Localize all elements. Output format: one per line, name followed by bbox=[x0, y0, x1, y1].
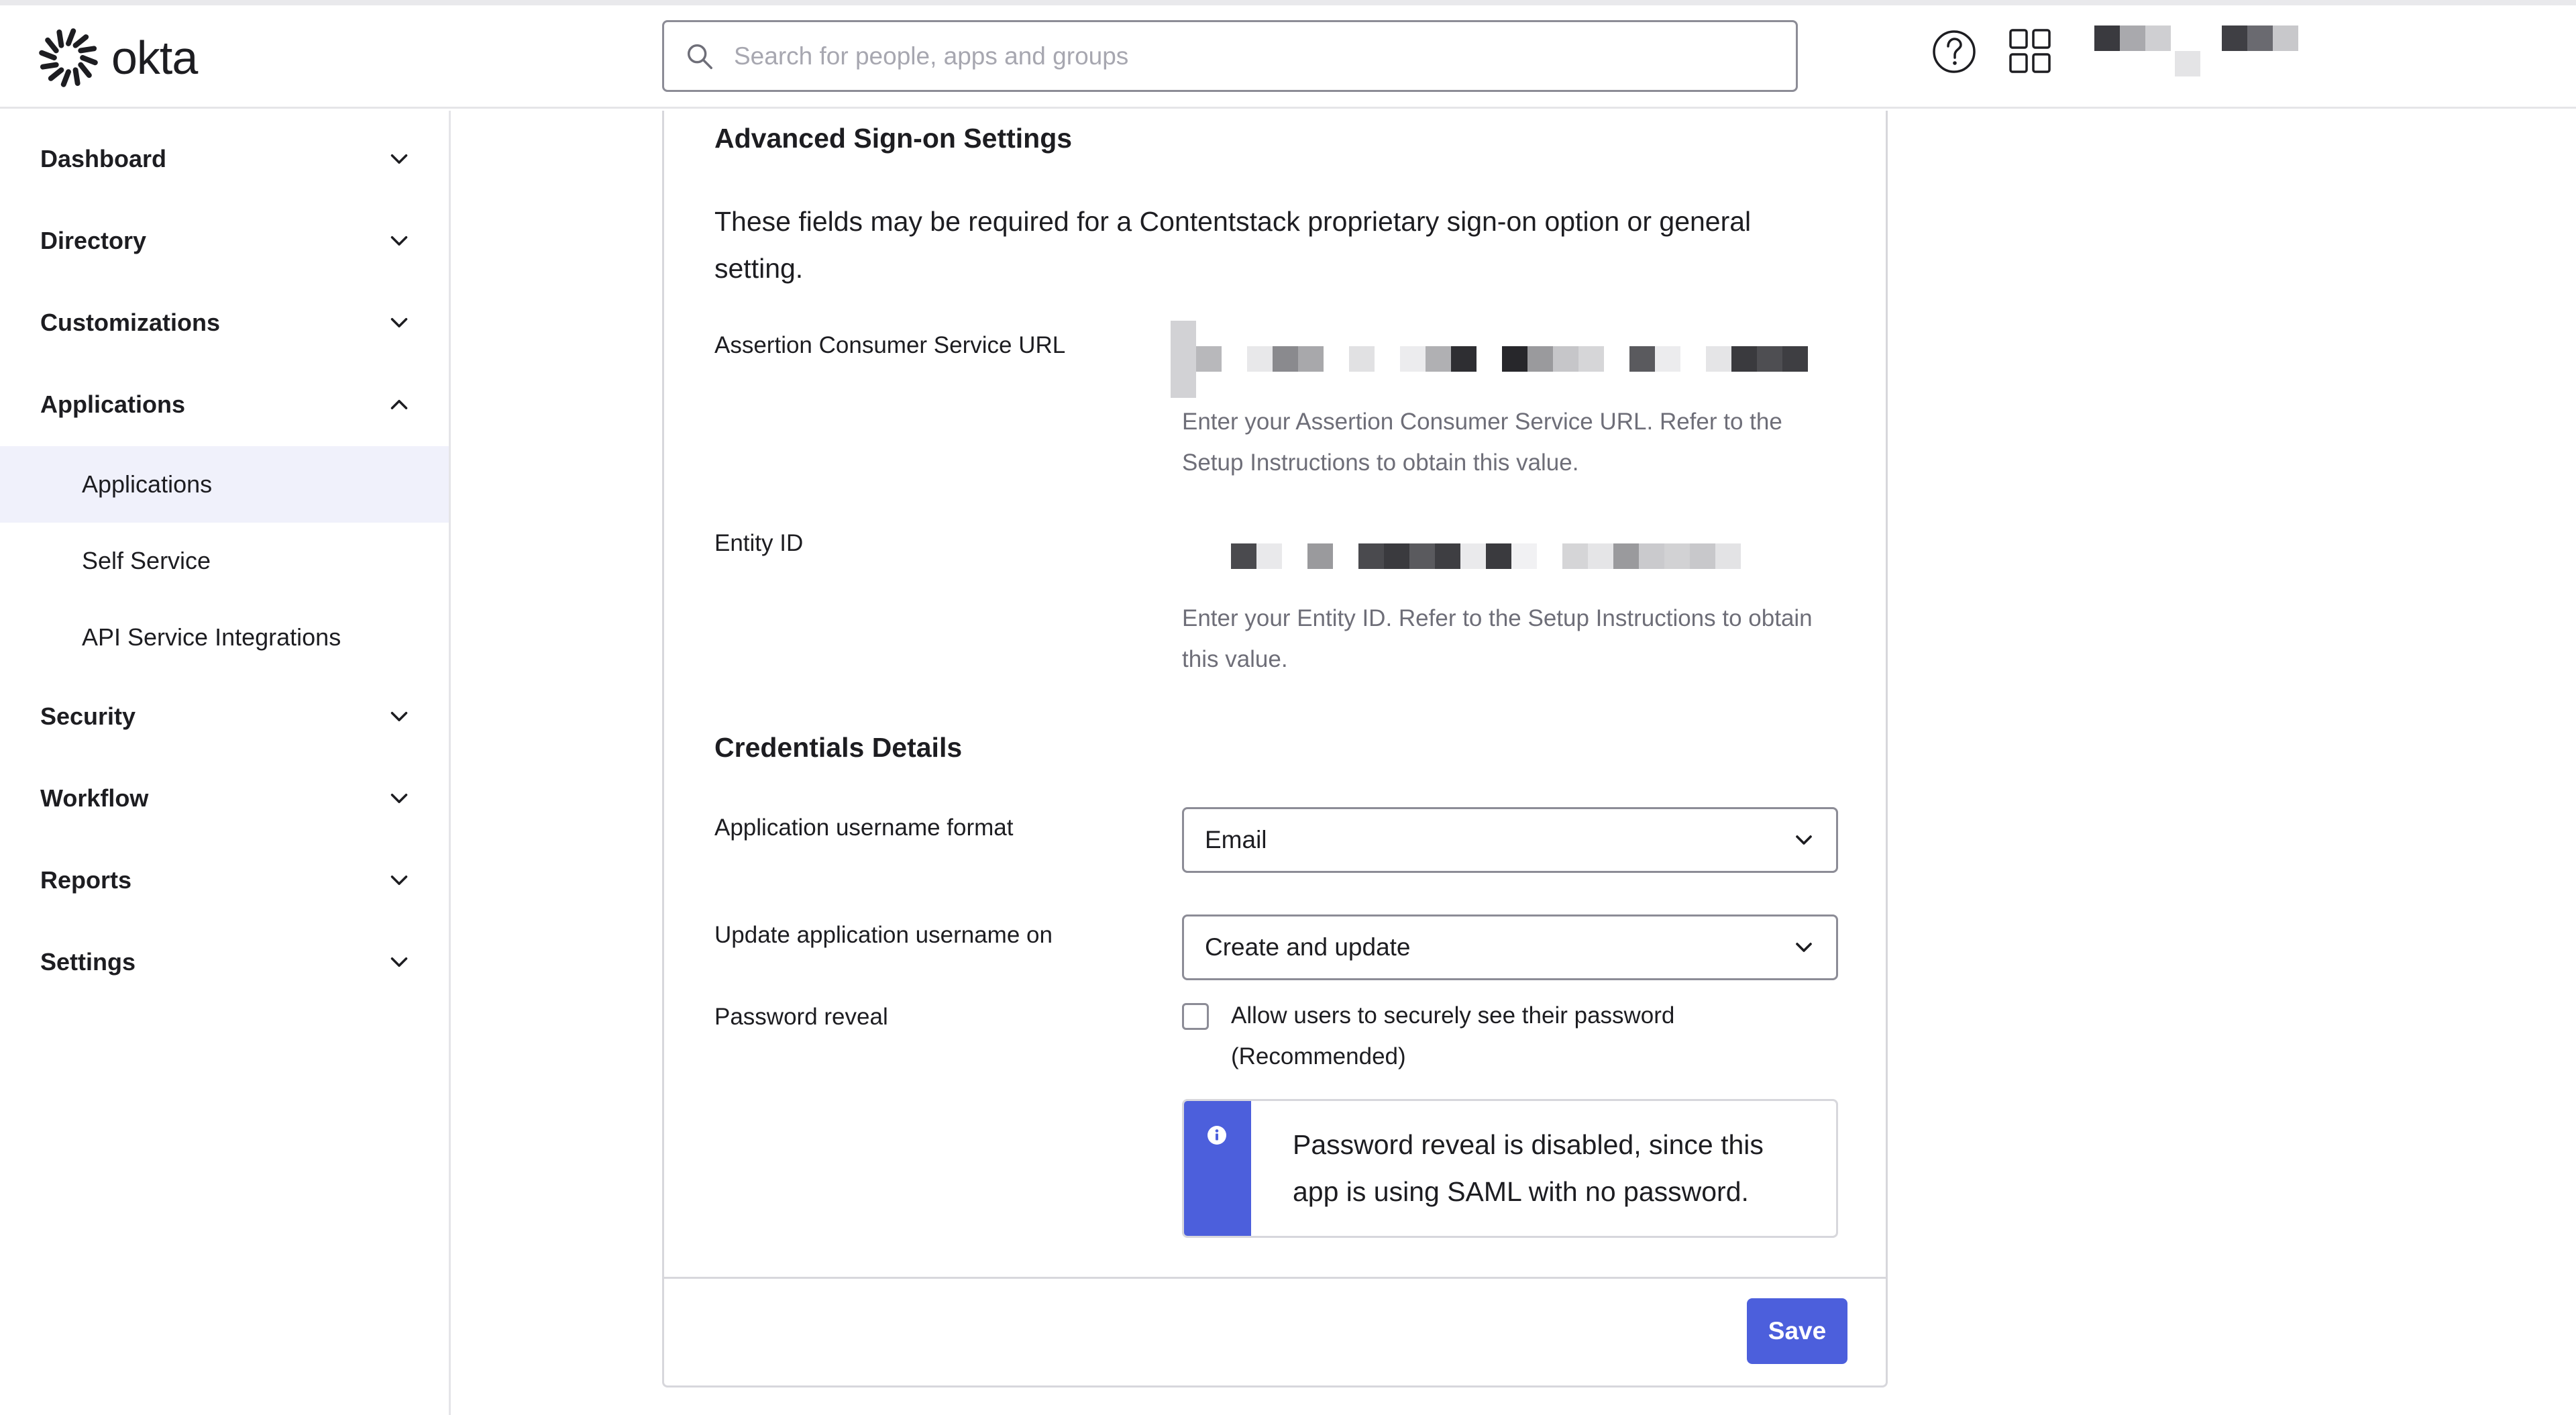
sunburst-ray bbox=[66, 28, 76, 46]
sunburst-ray bbox=[56, 29, 64, 48]
help-icon[interactable] bbox=[1932, 30, 1976, 74]
chevron-down-icon bbox=[390, 712, 408, 721]
okta-logo[interactable]: okta bbox=[39, 25, 198, 90]
chevron-down-icon bbox=[390, 318, 408, 327]
subnav-self-service[interactable]: Self Service bbox=[0, 523, 449, 599]
sunburst-ray bbox=[48, 67, 64, 81]
chevron-down-icon bbox=[390, 154, 408, 164]
subnav-label: Applications bbox=[82, 470, 213, 498]
update-username-on-select[interactable]: Create and update bbox=[1182, 914, 1838, 980]
user-menu-redacted[interactable] bbox=[2094, 20, 2302, 81]
info-callout-text: Password reveal is disabled, since this … bbox=[1293, 1129, 1764, 1207]
chevron-down-icon bbox=[390, 236, 408, 246]
sunburst-ray bbox=[72, 67, 80, 87]
chevron-up-icon bbox=[390, 400, 408, 409]
okta-admin-app: okta Search for people, apps and groups … bbox=[0, 0, 2576, 1415]
nav-label: Directory bbox=[40, 227, 147, 254]
sunburst-ray bbox=[60, 69, 71, 87]
search-icon bbox=[687, 44, 712, 69]
app-grid-icon[interactable] bbox=[2008, 28, 2051, 74]
password-reveal-checkbox-label[interactable]: Allow users to securely see their passwo… bbox=[1231, 995, 1821, 1077]
username-format-label: Application username format bbox=[714, 815, 1014, 841]
nav-label: Customizations bbox=[40, 309, 221, 336]
subnav-api-service-integrations[interactable]: API Service Integrations bbox=[0, 599, 449, 676]
sunburst-ray bbox=[40, 62, 59, 70]
sunburst-ray bbox=[78, 62, 92, 78]
nav-workflow[interactable]: Workflow bbox=[0, 765, 449, 832]
advanced-description: These fields may be required for a Conte… bbox=[714, 206, 1752, 284]
acs-url-label: Assertion Consumer Service URL bbox=[714, 332, 1066, 358]
logo-text: okta bbox=[111, 32, 198, 84]
sunburst-ray bbox=[72, 34, 89, 48]
advanced-sign-on-heading: Advanced Sign-on Settings bbox=[714, 123, 1073, 154]
entity-id-hint: Enter your Entity ID. Refer to the Setup… bbox=[1182, 605, 1813, 672]
sunburst-ray bbox=[80, 55, 98, 66]
chevron-down-icon bbox=[1796, 835, 1812, 845]
nav-dashboard[interactable]: Dashboard bbox=[0, 125, 449, 193]
update-username-on-label: Update application username on bbox=[714, 922, 1053, 948]
nav-reports[interactable]: Reports bbox=[0, 847, 449, 914]
top-header: okta bbox=[0, 5, 2576, 109]
card-footer-divider bbox=[664, 1277, 1886, 1279]
sign-on-settings-card: Advanced Sign-on Settings These fields m… bbox=[662, 111, 1888, 1387]
credentials-details-heading: Credentials Details bbox=[714, 732, 963, 763]
nav-label: Settings bbox=[40, 948, 136, 976]
password-reveal-info-callout: Password reveal is disabled, since this … bbox=[1182, 1099, 1838, 1238]
password-reveal-label: Password reveal bbox=[714, 1004, 888, 1030]
entity-id-value-redacted[interactable] bbox=[1231, 543, 1754, 572]
chevron-down-icon bbox=[1796, 943, 1812, 952]
nav-security[interactable]: Security bbox=[0, 683, 449, 750]
acs-url-hint: Enter your Assertion Consumer Service UR… bbox=[1182, 409, 1782, 476]
nav-directory[interactable]: Directory bbox=[0, 207, 449, 274]
nav-label: Reports bbox=[40, 866, 132, 894]
search-input[interactable] bbox=[734, 42, 1740, 70]
info-callout-accent bbox=[1184, 1101, 1251, 1236]
sunburst-ray bbox=[78, 46, 97, 54]
okta-sunburst-icon bbox=[39, 28, 98, 87]
update-username-on-value: Create and update bbox=[1205, 933, 1411, 961]
chevron-down-icon bbox=[390, 794, 408, 803]
nav-label: Security bbox=[40, 702, 136, 730]
chevron-down-icon bbox=[390, 957, 408, 967]
sunburst-ray bbox=[45, 37, 59, 54]
entity-id-label: Entity ID bbox=[714, 530, 804, 556]
acs-url-value-redacted[interactable] bbox=[1171, 321, 1835, 401]
username-format-select[interactable]: Email bbox=[1182, 807, 1838, 873]
subnav-label: API Service Integrations bbox=[82, 623, 341, 651]
nav-settings[interactable]: Settings bbox=[0, 929, 449, 996]
subnav-applications[interactable]: Applications bbox=[0, 446, 449, 523]
nav-label: Applications bbox=[40, 390, 186, 418]
nav-applications[interactable]: Applications bbox=[0, 371, 449, 438]
nav-label: Workflow bbox=[40, 784, 149, 812]
chevron-down-icon bbox=[390, 876, 408, 885]
top-edge bbox=[0, 0, 2576, 5]
sunburst-ray bbox=[39, 50, 57, 60]
nav-label: Dashboard bbox=[40, 145, 167, 172]
password-reveal-checkbox[interactable] bbox=[1182, 1003, 1209, 1030]
subnav-label: Self Service bbox=[82, 547, 211, 574]
save-button[interactable]: Save bbox=[1747, 1298, 1847, 1364]
nav-customizations[interactable]: Customizations bbox=[0, 289, 449, 356]
username-format-value: Email bbox=[1205, 826, 1267, 853]
info-icon bbox=[1208, 1126, 1226, 1145]
global-search[interactable] bbox=[662, 20, 1798, 92]
left-sidebar: Dashboard Directory Customizations Appli… bbox=[0, 111, 451, 1415]
